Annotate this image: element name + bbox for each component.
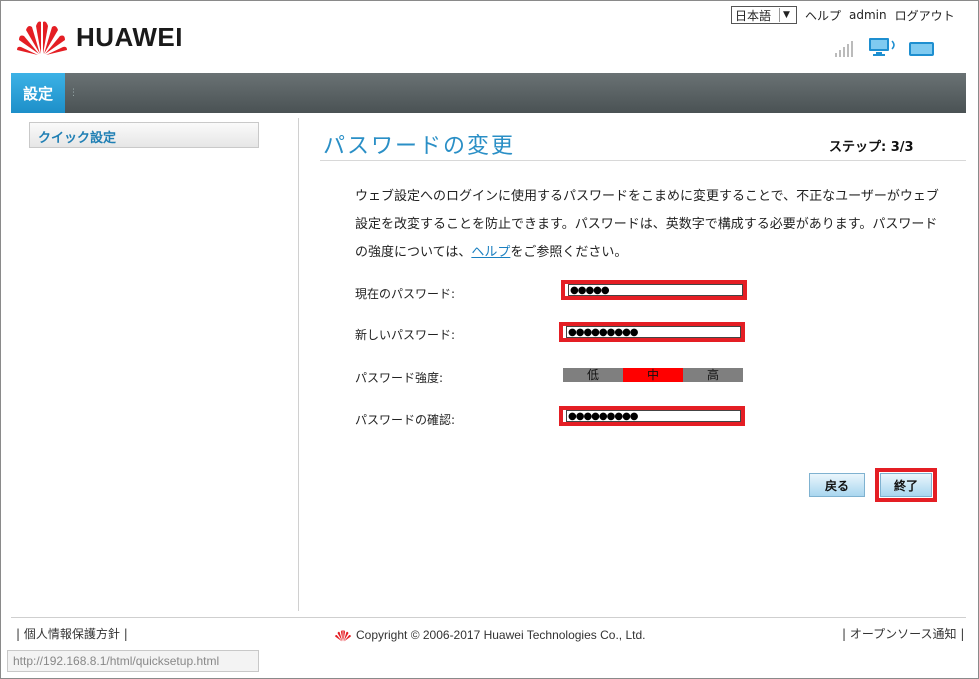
copyright-text: Copyright © 2006-2017 Huawei Technologie… [356,628,646,642]
huawei-petal-icon [17,21,67,55]
copyright: Copyright © 2006-2017 Huawei Technologie… [334,628,645,642]
password-strength-meter: 低 中 高 [563,368,743,382]
description-part1: ウェブ設定へのログインに使用するパスワードをこまめに変更することで、不正なユーザ… [355,189,939,260]
sidebar-divider [298,118,299,611]
confirm-password-highlight: ●●●●●●●●● [559,406,745,426]
signal-strength-icon [835,41,853,57]
brand-name: HUAWEI [76,21,183,52]
page-title: パスワードの変更 [323,134,516,159]
strength-medium: 中 [623,368,683,382]
language-select[interactable]: 日本語 ▼ [731,6,797,24]
password-strength-label: パスワード強度: [355,371,444,385]
chevron-down-icon: ▼ [779,8,793,22]
username: admin [849,8,887,22]
open-source-label: オープンソース通知 [849,627,957,641]
back-button[interactable]: 戻る [809,473,865,497]
step-indicator: ステップ: 3/3 [829,140,914,155]
top-links: 日本語 ▼ ヘルプ admin ログアウト [731,6,955,24]
sidebar-item-quick-setup[interactable]: クイック設定 [29,122,259,148]
open-source-link[interactable]: | オープンソース通知 | [842,625,964,642]
new-password-highlight: ●●●●●●●●● [559,322,745,342]
tab-settings[interactable]: 設定 [11,73,65,113]
footer-divider [11,617,966,618]
computer-connection-icon [869,38,895,56]
logout-link[interactable]: ログアウト [895,7,955,24]
help-link[interactable]: ヘルプ [805,7,841,24]
strength-low: 低 [563,368,623,382]
huawei-small-logo-icon [335,629,351,641]
description-help-link[interactable]: ヘルプ [471,245,510,260]
new-password-label: 新しいパスワード: [355,328,456,342]
current-password-highlight: ●●●●● [561,280,747,300]
strength-high: 高 [683,368,743,382]
new-password-input[interactable]: ●●●●●●●●● [566,326,741,338]
status-url-bar: http://192.168.8.1/html/quicksetup.html [7,650,259,672]
confirm-password-input[interactable]: ●●●●●●●●● [566,410,741,422]
huawei-logo: HUAWEI [16,18,183,56]
privacy-policy-link[interactable]: | 個人情報保護方針 | [16,625,128,642]
description-part2: をご参照ください。 [510,245,628,260]
current-password-input[interactable]: ●●●●● [568,284,743,296]
status-icons [834,37,936,57]
confirm-password-label: パスワードの確認: [355,413,456,427]
nav-separator: ⋮ [69,88,78,98]
title-divider [320,160,966,161]
main-navbar: 設定 ⋮ [11,73,966,113]
privacy-policy-label: 個人情報保護方針 [23,627,120,641]
description-text: ウェブ設定へのログインに使用するパスワードをこまめに変更することで、不正なユーザ… [355,183,945,267]
finish-button[interactable]: 終了 [880,473,932,497]
battery-icon [909,42,934,56]
language-value: 日本語 [735,8,772,23]
current-password-label: 現在のパスワード: [355,287,456,301]
